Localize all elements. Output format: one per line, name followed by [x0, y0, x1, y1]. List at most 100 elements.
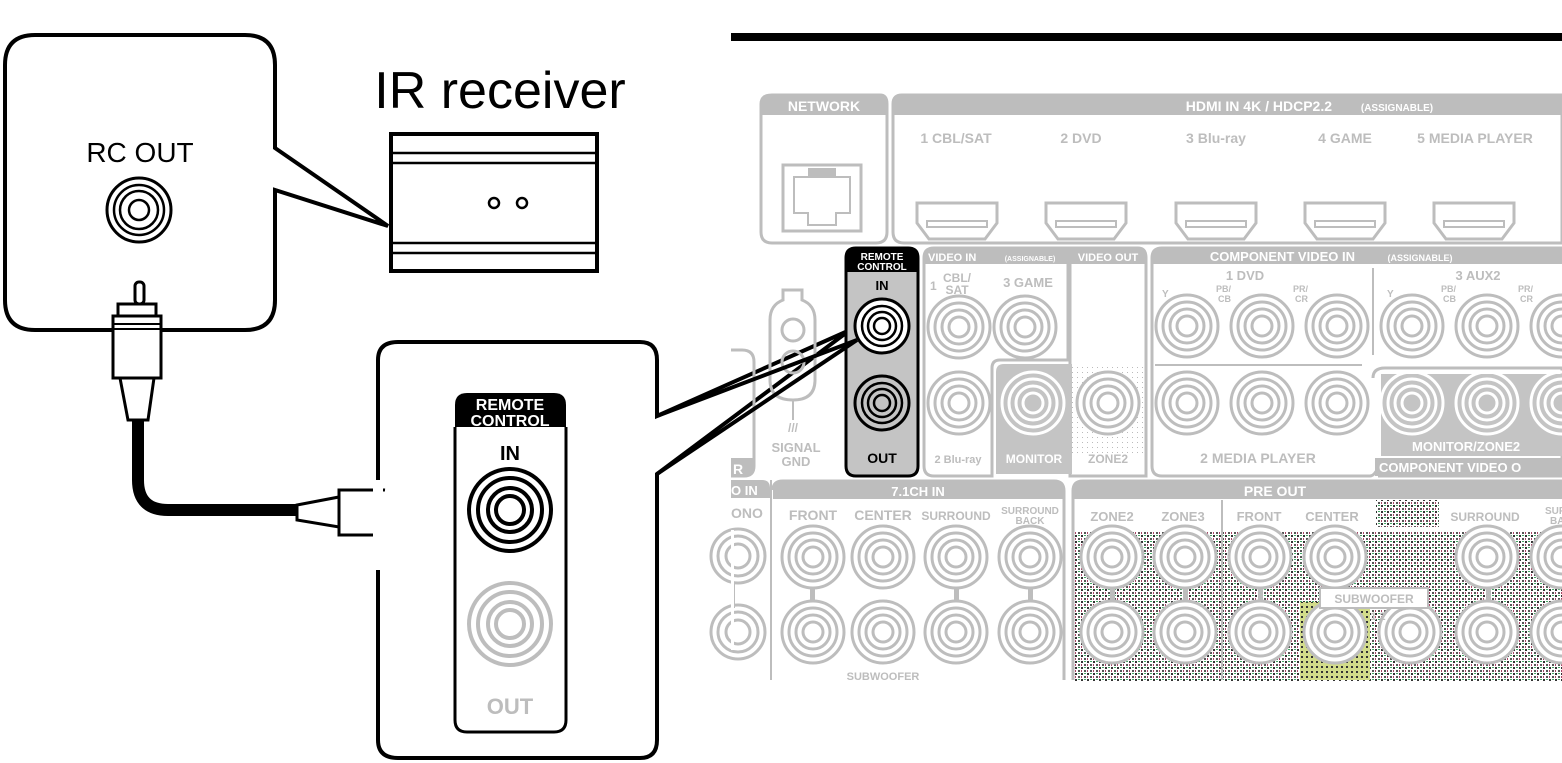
component-video-out-section: MONITOR/ZONE2 COMPONENT VIDEO O — [1371, 366, 1562, 478]
rca-jack-icon — [1229, 370, 1295, 436]
panel-top-edge — [731, 33, 1562, 41]
rca-jack-icon — [1227, 599, 1293, 665]
signal-gnd-label: SIGNAL — [771, 440, 820, 455]
rca-jack-icon — [1154, 370, 1220, 436]
remote-control-in-label: IN — [500, 443, 520, 465]
ch71-label: SURROUND — [921, 509, 991, 523]
rca-jack-icon — [850, 524, 916, 590]
monitor-label: MONITOR — [1006, 452, 1063, 466]
pb-label: CB — [1443, 294, 1456, 304]
subwoofer-numbers: 1 2 — [1370, 611, 1385, 623]
rca-jack-icon — [1079, 524, 1145, 590]
audio-in-partial: O IN ONO — [709, 480, 772, 680]
zone2-jack-icon — [1075, 370, 1141, 436]
hdmi-port-icon — [1432, 201, 1516, 241]
rca-jack-icon — [709, 527, 767, 661]
zone2-label: ZONE2 — [1088, 452, 1128, 466]
pr-label: PR/ — [1293, 284, 1309, 294]
hdmi-port-icon — [915, 201, 999, 241]
partial-tab-label: R — [733, 461, 743, 477]
video-in-label: 2 Blu-ray — [934, 454, 982, 466]
rca-jack-icon — [1454, 293, 1520, 359]
rca-jack-icon — [1227, 524, 1293, 590]
pre-out-label: ZONE3 — [1161, 509, 1204, 524]
panel-remote-in-label: IN — [876, 278, 889, 293]
rca-jack-icon — [1454, 524, 1520, 590]
hdmi-input-label: 1 CBL/SAT — [920, 130, 992, 146]
connection-diagram: RC OUT IR receiver REMOTE CONTROL IN OUT… — [3, 33, 1562, 760]
pr-label: CR — [1295, 294, 1308, 304]
component-in-header: COMPONENT VIDEO IN — [1210, 249, 1355, 264]
rca-jack-icon — [1454, 599, 1520, 665]
audio-in-partial-label: ONO — [731, 505, 763, 521]
component-group-label: 2 MEDIA PLAYER — [1200, 450, 1316, 466]
rc-out-label: RC OUT — [86, 137, 193, 168]
hdmi-input-label: 5 MEDIA PLAYER — [1417, 130, 1533, 146]
ch71-header: 7.1CH IN — [891, 484, 944, 499]
pb-label: PB/ — [1441, 284, 1457, 294]
y-label: Y — [1387, 289, 1394, 300]
pre-out-label: SURROUND — [1450, 510, 1520, 524]
ir-receiver-title: IR receiver — [374, 62, 625, 120]
7-1ch-in-section: 7.1CH IN FRONT CENTER SURROUND SURROUND … — [771, 479, 1066, 683]
ir-receiver-icon — [389, 132, 599, 273]
rca-jack-icon — [1154, 293, 1220, 359]
panel-remote-in-jack-icon — [853, 297, 911, 355]
rca-jack-icon — [850, 599, 916, 665]
rca-jack-icon — [1152, 524, 1218, 590]
rca-jack-icon — [1079, 599, 1145, 665]
rca-jack-icon — [1229, 293, 1295, 359]
network-section: NETWORK — [759, 93, 889, 245]
hdmi-input-label: 3 Blu-ray — [1186, 130, 1246, 146]
ethernet-port-icon — [781, 163, 863, 233]
video-out-header: VIDEO OUT — [1078, 252, 1139, 264]
hdmi-input-label: 4 GAME — [1318, 130, 1372, 146]
network-label: NETWORK — [788, 98, 860, 114]
subwoofer-1-jack-icon — [1302, 599, 1368, 665]
remote-control-out-label: OUT — [487, 694, 534, 719]
ch71-label: FRONT — [789, 507, 838, 523]
pr-label: PR/ — [1518, 284, 1534, 294]
hdmi-header: HDMI IN 4K / HDCP2.2 — [1186, 98, 1332, 114]
rca-jack-icon — [1529, 293, 1562, 359]
hdmi-port-icon — [1174, 201, 1258, 241]
rca-jack-icon — [997, 524, 1063, 590]
rca-jack-icon — [992, 294, 1058, 360]
ch71-subwoofer-label: SUBWOOFER — [847, 671, 920, 683]
pre-out-label: ZONE2 — [1090, 509, 1133, 524]
source-device-outline — [3, 33, 390, 332]
video-in-header: VIDEO IN — [928, 252, 976, 264]
panel-remote-out-label: OUT — [867, 450, 897, 466]
rca-jack-icon — [1152, 599, 1218, 665]
rca-jack-icon — [1304, 293, 1370, 359]
source-device-callout: RC OUT — [3, 33, 390, 332]
ch71-label: CENTER — [854, 507, 912, 523]
component-in-header-note: (ASSIGNABLE) — [1388, 253, 1453, 263]
component-group-label: 3 AUX2 — [1455, 268, 1500, 283]
hdmi-in-section: HDMI IN 4K / HDCP2.2 (ASSIGNABLE) 1 CBL/… — [891, 93, 1562, 245]
signal-gnd-label: GND — [782, 454, 811, 469]
rca-jack-icon — [926, 370, 992, 436]
subwoofer-2-jack-icon — [1377, 599, 1443, 665]
rca-jack-icon — [923, 599, 989, 665]
monitor-zone2-label: MONITOR/ZONE2 — [1412, 439, 1520, 454]
pre-out-subwoofer-label: SUBWOOFER — [1334, 592, 1414, 606]
hdmi-port-icon — [1044, 201, 1128, 241]
pre-out-section: PRE OUT ZONE2 ZONE3 FRONT CENTER SURROUN… — [1071, 479, 1562, 682]
hdmi-header-note: (ASSIGNABLE) — [1361, 103, 1433, 114]
pre-out-label: FRONT — [1237, 509, 1282, 524]
video-in-header-note: (ASSIGNABLE) — [1005, 256, 1056, 263]
rca-jack-icon — [926, 294, 992, 360]
video-in-label: 3 GAME — [1003, 275, 1053, 290]
ground-icon: /// — [788, 421, 799, 435]
component-out-header: COMPONENT VIDEO O — [1379, 460, 1521, 475]
hdmi-port-icon — [1303, 201, 1387, 241]
hdmi-input-label: 2 DVD — [1060, 130, 1101, 146]
rca-jack-icon — [780, 524, 846, 590]
rca-jack-icon — [780, 599, 846, 665]
remote-control-header-line2: CONTROL — [470, 413, 549, 430]
video-in-label: 1 — [930, 279, 937, 293]
audio-in-partial-header: O IN — [731, 483, 758, 498]
remote-control-header-line1: REMOTE — [476, 397, 545, 414]
rear-panel: NETWORK HDMI IN 4K / HDCP2.2 (ASSIGNABLE… — [709, 93, 1562, 683]
